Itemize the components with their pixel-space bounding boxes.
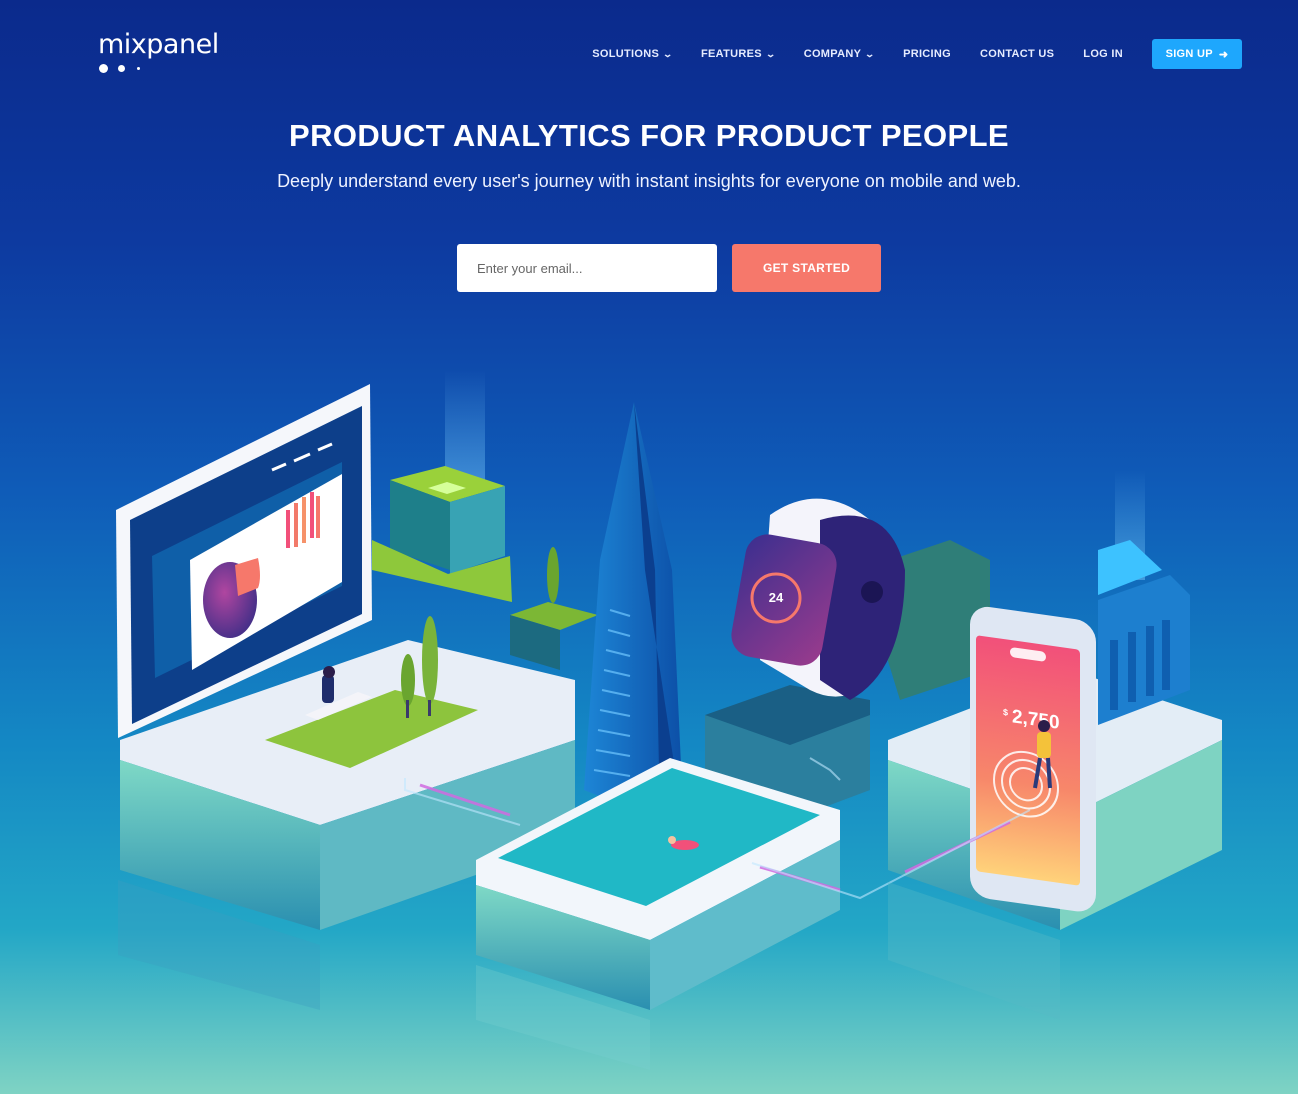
sign-up-button[interactable]: SIGN UP ➜ [1152, 39, 1242, 69]
nav-pricing[interactable]: PRICING [903, 48, 951, 60]
nav-links: SOLUTIONS ⌄ FEATURES ⌄ COMPANY ⌄ PRICING… [563, 39, 1242, 69]
hero-title: PRODUCT ANALYTICS FOR PRODUCT PEOPLE [289, 118, 1009, 153]
watch-value: 24 [769, 590, 784, 605]
nav-pricing-label: PRICING [903, 48, 951, 60]
logo-dots [98, 63, 158, 73]
email-input[interactable] [457, 244, 717, 292]
chevron-down-icon: ⌄ [765, 48, 777, 59]
chevron-down-icon: ⌄ [864, 48, 876, 59]
nav-contact-us[interactable]: CONTACT US [980, 48, 1054, 60]
get-started-button[interactable]: GET STARTED [732, 244, 881, 292]
mixpanel-logo[interactable]: mixpanel [98, 30, 238, 76]
top-navigation: mixpanel SOLUTIONS ⌄ FEATURES ⌄ COMPANY … [0, 0, 1298, 108]
nav-features-label: FEATURES [700, 48, 762, 60]
nav-solutions-label: SOLUTIONS [592, 48, 660, 60]
hero-illustration: 24 $ 2,750 [116, 370, 1222, 1070]
phone-currency: $ [1003, 707, 1008, 718]
nav-login-label: LOG IN [1083, 48, 1123, 60]
arrow-right-icon: ➜ [1218, 48, 1229, 61]
nav-contact-label: CONTACT US [980, 48, 1055, 60]
nav-solutions[interactable]: SOLUTIONS ⌄ [592, 48, 674, 60]
logo-wordmark: mixpanel [98, 29, 219, 60]
nav-company-label: COMPANY [803, 48, 862, 60]
sign-up-label: SIGN UP [1165, 48, 1213, 60]
nav-company[interactable]: COMPANY ⌄ [803, 48, 876, 60]
hero-subtitle: Deeply understand every user's journey w… [277, 171, 1021, 191]
chevron-down-icon: ⌄ [662, 48, 674, 59]
nav-log-in[interactable]: LOG IN [1083, 48, 1123, 60]
nav-features[interactable]: FEATURES ⌄ [700, 48, 777, 60]
